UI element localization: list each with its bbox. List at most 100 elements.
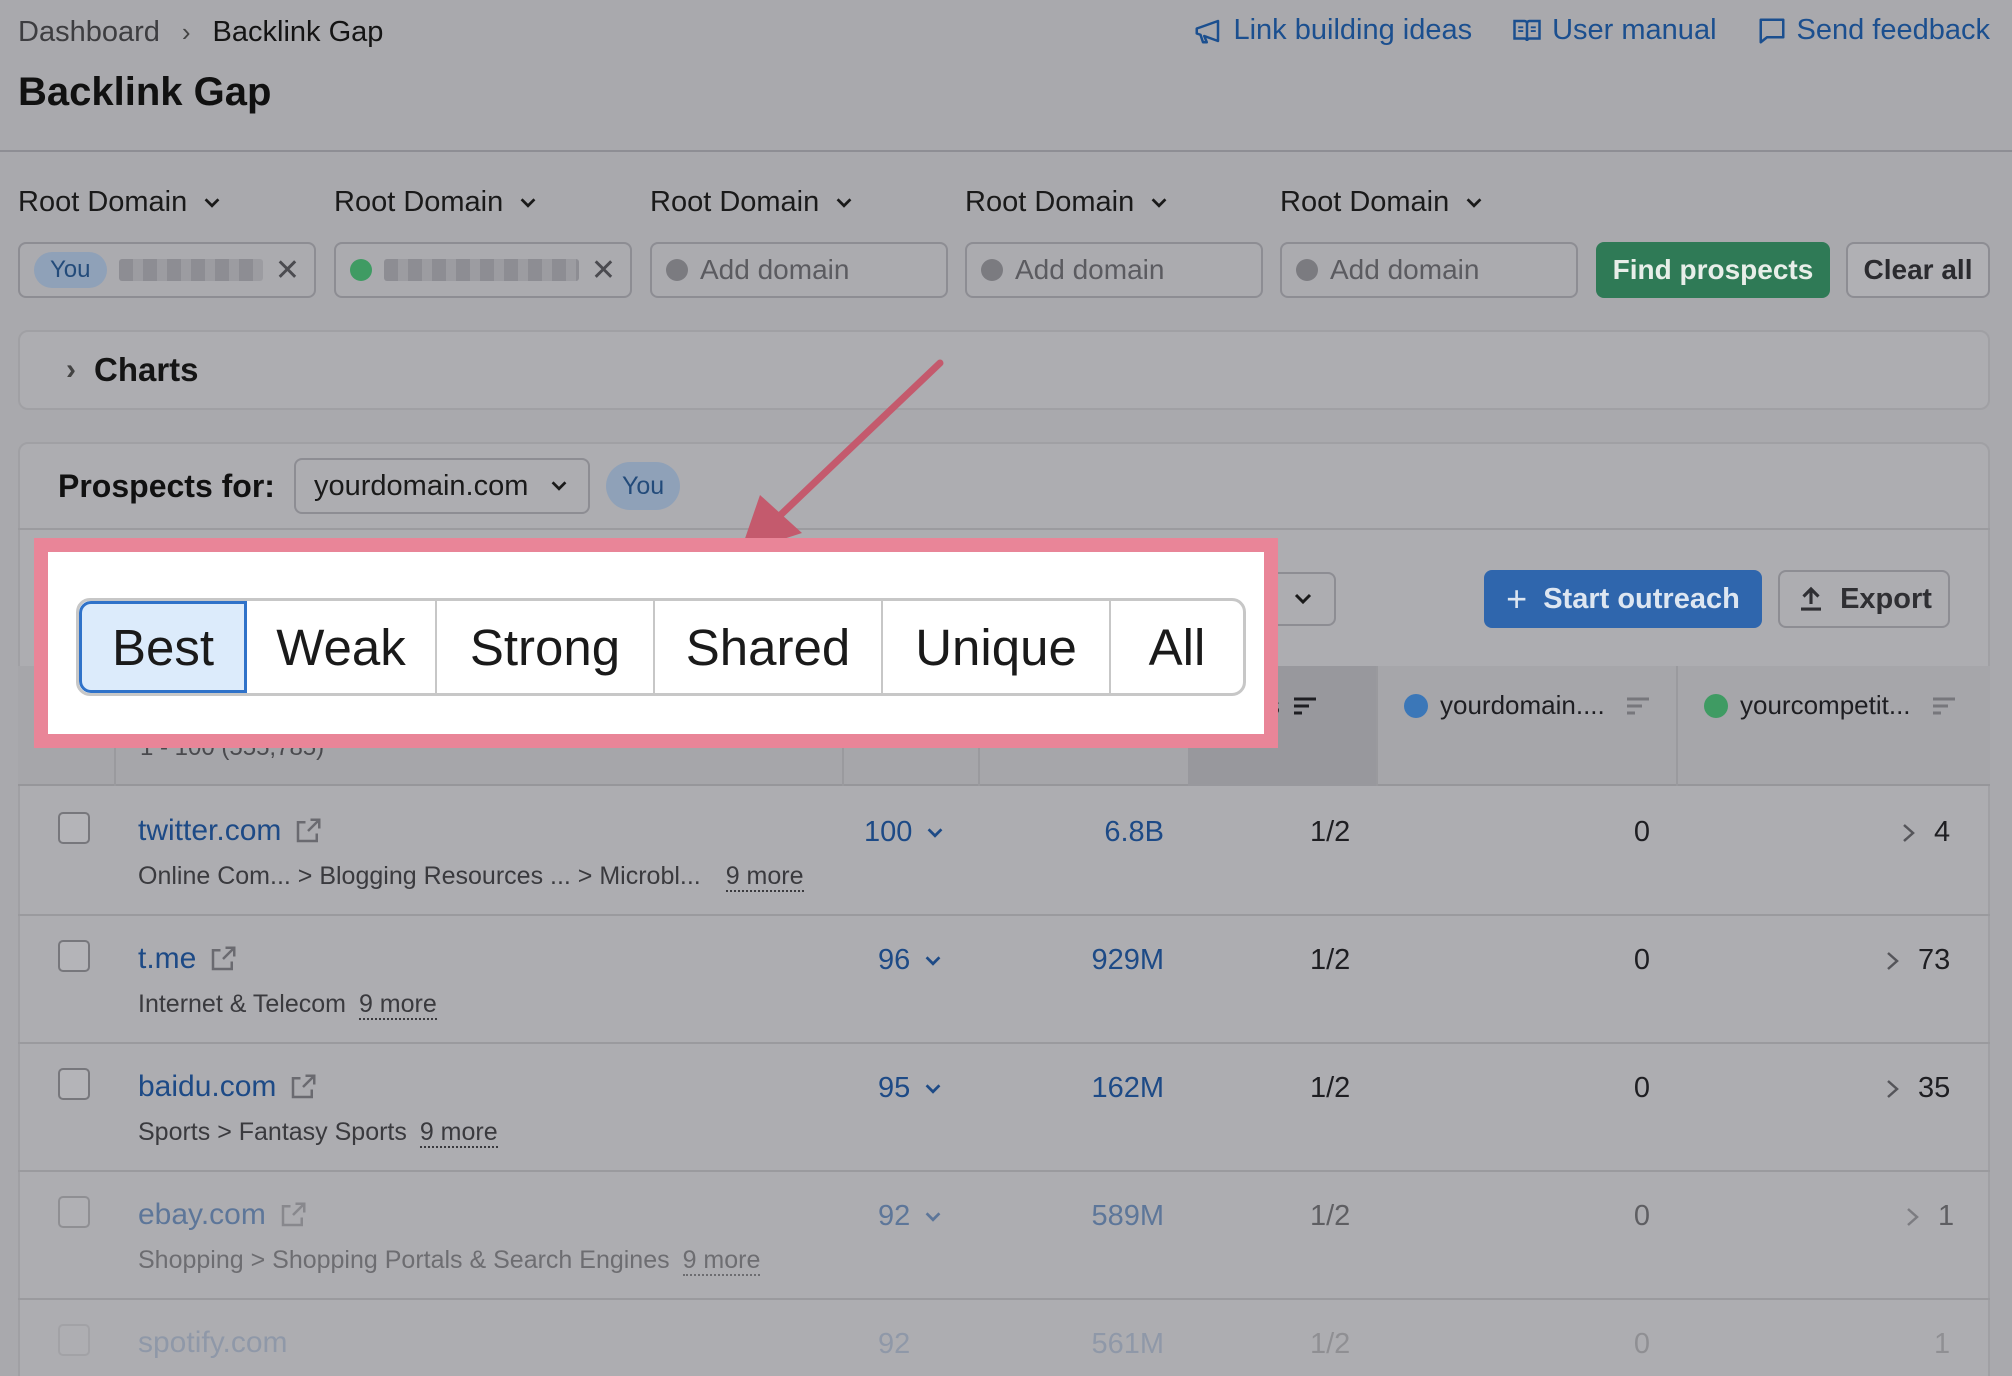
table-row xyxy=(18,1172,1990,1300)
row-more-link[interactable]: 9 more xyxy=(358,990,437,1020)
clear-all-button[interactable]: Clear all xyxy=(1846,242,1990,298)
upload-icon xyxy=(1801,586,1822,611)
tab-shared[interactable]: Shared xyxy=(655,601,883,693)
row-categories: Sports > Fantasy Sports 9 more xyxy=(138,1118,498,1148)
row-traffic[interactable]: 162M xyxy=(1000,1072,1164,1105)
domain-type-dropdown-4[interactable]: Root Domain xyxy=(965,186,1170,219)
page-title: Backlink Gap xyxy=(18,70,272,114)
export-label: Export xyxy=(1840,582,1932,615)
external-link-icon xyxy=(297,818,321,843)
chevron-down-icon xyxy=(204,197,220,208)
row-domain-link[interactable]: baidu.com xyxy=(138,1070,318,1104)
blurred-domain xyxy=(384,259,579,281)
row-competitor-value[interactable]: 73 xyxy=(1884,944,1950,977)
row-domain: twitter.com xyxy=(138,814,282,847)
domain-input-3[interactable]: Add domain xyxy=(650,242,948,298)
domain-type-dropdown-3[interactable]: Root Domain xyxy=(650,186,855,219)
you-badge: You xyxy=(34,252,107,288)
row-category-text: Sports > Fantasy Sports xyxy=(138,1118,407,1146)
green-dot-icon xyxy=(350,259,372,281)
row-matches: 1/2 xyxy=(1310,816,1351,848)
tab-all[interactable]: All xyxy=(1111,601,1243,693)
domain-type-dropdown-5[interactable]: Root Domain xyxy=(1280,186,1485,219)
comment-icon xyxy=(1759,18,1785,43)
row-categories: Online Com... > Blogging Resources ... >… xyxy=(138,862,804,892)
external-link-icon xyxy=(292,1074,316,1099)
row-domain: baidu.com xyxy=(138,1070,277,1103)
tab-weak[interactable]: Weak xyxy=(247,601,437,693)
green-dot-icon xyxy=(1704,693,1728,718)
find-prospects-button[interactable]: Find prospects xyxy=(1596,242,1830,298)
chevron-right-icon xyxy=(1887,1079,1899,1098)
domain-input-competitor[interactable]: ✕ xyxy=(334,242,632,298)
domain-input-5[interactable]: Add domain xyxy=(1280,242,1578,298)
row-matches: 1/2 xyxy=(1310,944,1351,976)
row-domain-link[interactable]: t.me xyxy=(138,942,238,976)
row-you-value: 0 xyxy=(1633,944,1650,976)
authority-score-dropdown[interactable]: 95 xyxy=(878,1072,944,1105)
domain-type-dropdown-1[interactable]: Root Domain xyxy=(18,186,223,219)
tab-unique[interactable]: Unique xyxy=(883,601,1111,693)
row-checkbox[interactable] xyxy=(58,812,90,844)
table-row xyxy=(18,916,1990,1044)
book-icon xyxy=(1513,19,1541,41)
row-more-link[interactable]: 9 more xyxy=(725,862,804,892)
tab-strong[interactable]: Strong xyxy=(437,601,655,693)
yourdomain-column-header[interactable]: yourdomain.... xyxy=(1404,690,1651,721)
chevron-down-icon xyxy=(925,955,941,966)
competitor-column-label: yourcompetit... xyxy=(1740,690,1911,720)
sort-icon xyxy=(1626,697,1649,714)
domain-input-4[interactable]: Add domain xyxy=(965,242,1263,298)
user-manual-link[interactable]: User manual xyxy=(1512,14,1717,47)
link-building-ideas-link[interactable]: Link building ideas xyxy=(1193,14,1472,47)
link-building-ideas-label: Link building ideas xyxy=(1233,14,1473,46)
export-button[interactable]: Export xyxy=(1778,570,1950,628)
row-more-link[interactable]: 9 more xyxy=(419,1118,498,1148)
prospect-domain-select[interactable]: yourdomain.com xyxy=(294,458,590,514)
domain-type-label: Root Domain xyxy=(965,186,1135,218)
chevron-down-icon xyxy=(520,197,536,208)
chevron-down-icon xyxy=(551,481,567,491)
domain-type-dropdown-2[interactable]: Root Domain xyxy=(334,186,539,219)
close-icon[interactable]: ✕ xyxy=(275,253,300,288)
row-traffic[interactable]: 6.8B xyxy=(1000,816,1164,849)
row-checkbox[interactable] xyxy=(58,940,90,972)
row-matches: 1/2 xyxy=(1310,1072,1351,1104)
chevron-right-icon xyxy=(1887,951,1899,970)
you-badge: You xyxy=(606,462,681,510)
tab-best[interactable]: Best xyxy=(79,601,247,693)
column-separator xyxy=(1376,666,1378,786)
competitor-column-header[interactable]: yourcompetit... xyxy=(1704,690,1957,721)
charts-toggle[interactable]: › Charts xyxy=(18,330,1990,410)
add-domain-placeholder: Add domain xyxy=(1330,254,1480,285)
external-link-icon xyxy=(212,946,236,971)
row-checkbox[interactable] xyxy=(58,1068,90,1100)
row-domain-link[interactable]: twitter.com xyxy=(138,814,323,848)
chevron-down-icon xyxy=(836,197,852,208)
row-competitor-count: 73 xyxy=(1918,944,1951,976)
filter-dropdown[interactable] xyxy=(1270,572,1336,626)
annotation-arrow xyxy=(740,359,944,553)
table-row xyxy=(18,788,1990,916)
chevron-down-icon xyxy=(1151,197,1167,208)
send-feedback-link[interactable]: Send feedback xyxy=(1757,14,1990,47)
start-outreach-button[interactable]: + Start outreach xyxy=(1484,570,1762,628)
row-competitor-value[interactable]: 4 xyxy=(1900,816,1950,849)
row-domain: t.me xyxy=(138,942,197,975)
row-traffic[interactable]: 929M xyxy=(1000,944,1164,977)
domain-input-you[interactable]: You ✕ xyxy=(18,242,316,298)
close-icon[interactable]: ✕ xyxy=(591,253,616,288)
authority-score: 95 xyxy=(878,1072,911,1104)
add-domain-placeholder: Add domain xyxy=(700,254,850,285)
gray-dot-icon xyxy=(1296,259,1318,281)
blurred-domain xyxy=(118,259,263,281)
breadcrumb-dashboard[interactable]: Dashboard xyxy=(18,16,160,49)
row-competitor-value[interactable]: 35 xyxy=(1884,1072,1950,1105)
gray-dot-icon xyxy=(981,259,1003,281)
row-you-value: 0 xyxy=(1633,816,1650,848)
authority-score-dropdown[interactable]: 96 xyxy=(878,944,944,977)
plus-icon: + xyxy=(1506,578,1528,619)
authority-score-dropdown[interactable]: 100 xyxy=(864,816,946,849)
chevron-down-icon xyxy=(1294,593,1312,605)
chevron-right-icon xyxy=(1903,823,1915,842)
